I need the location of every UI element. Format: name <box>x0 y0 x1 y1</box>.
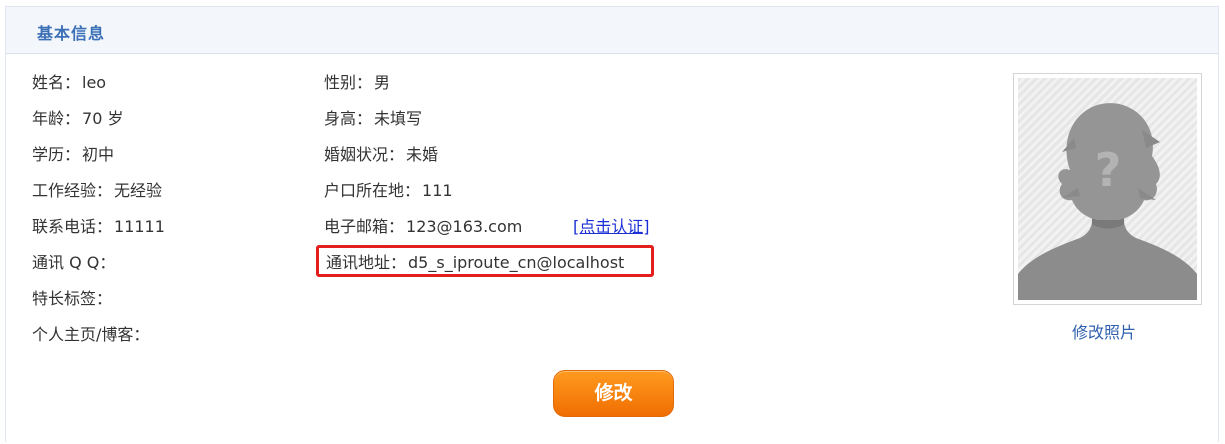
name-value: leo <box>82 73 107 92</box>
age-value: 70 岁 <box>82 109 124 128</box>
svg-text:?: ? <box>1095 143 1122 197</box>
avatar-silhouette: ? <box>1018 103 1197 300</box>
name-row: 姓名： leo <box>32 72 106 94</box>
age-row: 年龄： 70 岁 <box>32 108 123 130</box>
email-value: 123@163.com <box>406 217 523 236</box>
marital-label: 婚姻状况： <box>324 145 405 164</box>
profile-photo-frame: ? <box>1013 73 1202 305</box>
name-label: 姓名： <box>32 73 81 92</box>
education-label: 学历： <box>32 145 81 164</box>
experience-label: 工作经验： <box>32 181 113 200</box>
phone-label: 联系电话： <box>32 217 113 236</box>
email-verify-link[interactable]: [点击认证] <box>573 216 650 238</box>
change-photo-link[interactable]: 修改照片 <box>1072 322 1136 344</box>
default-avatar-icon: ? <box>1018 78 1197 300</box>
hukou-row: 户口所在地： 111 <box>324 180 453 202</box>
qq-row: 通讯 Q Q： <box>32 252 117 274</box>
homepage-row: 个人主页/博客： <box>32 324 151 346</box>
education-value: 初中 <box>82 145 115 164</box>
height-label: 身高： <box>324 109 373 128</box>
gender-row: 性别：男 <box>324 72 390 94</box>
email-row: 电子邮箱： 123@163.com <box>324 216 522 238</box>
qq-label: 通讯 Q Q： <box>32 253 116 272</box>
experience-value: 无经验 <box>114 181 163 200</box>
tags-label: 特长标签： <box>32 289 113 308</box>
marital-row: 婚姻状况： 未婚 <box>324 144 438 166</box>
experience-row: 工作经验： 无经验 <box>32 180 162 202</box>
height-row: 身高： 未填写 <box>324 108 422 130</box>
education-row: 学历： 初中 <box>32 144 114 166</box>
gender-label: 性别： <box>324 73 373 92</box>
hukou-label: 户口所在地： <box>324 181 421 200</box>
age-label: 年龄： <box>32 109 81 128</box>
address-highlight-box <box>316 245 654 277</box>
homepage-label: 个人主页/博客： <box>32 325 150 344</box>
phone-value: 11111 <box>114 217 165 236</box>
panel-title: 基本信息 <box>37 24 106 43</box>
marital-value: 未婚 <box>406 145 439 164</box>
email-label: 电子邮箱： <box>324 217 405 236</box>
panel-header: 基本信息 <box>6 7 1218 54</box>
tags-row: 特长标签： <box>32 288 114 310</box>
edit-button[interactable]: 修改 <box>553 370 674 417</box>
gender-value: 男 <box>374 73 391 92</box>
height-value: 未填写 <box>374 109 423 128</box>
phone-row: 联系电话： 11111 <box>32 216 165 238</box>
hukou-value: 111 <box>422 181 453 200</box>
